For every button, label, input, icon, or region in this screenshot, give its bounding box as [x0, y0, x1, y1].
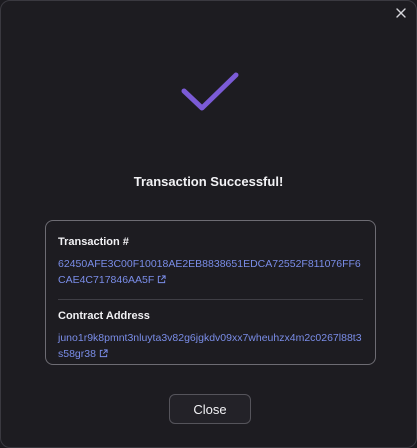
contract-address-label: Contract Address [58, 310, 150, 322]
modal-title: Transaction Successful! [133, 174, 284, 189]
close-icon[interactable] [394, 6, 408, 20]
close-button[interactable]: Close [169, 394, 251, 424]
transaction-label: Transaction # [58, 236, 129, 248]
transaction-details-box: Transaction # 62450AFE3C00F10018AE2EB883… [45, 220, 376, 365]
divider [58, 299, 363, 300]
transaction-hash-link[interactable]: 62450AFE3C00F10018AE2EB8838651EDCA72552F… [58, 256, 363, 288]
external-link-icon[interactable] [157, 275, 166, 284]
transaction-hash-text: 62450AFE3C00F10018AE2EB8838651EDCA72552F… [58, 258, 361, 286]
contract-address-link[interactable]: juno1r9k8pmnt3nluyta3v82g6jgkdv09xx7wheu… [58, 330, 363, 362]
checkmark-icon [181, 72, 239, 111]
external-link-icon[interactable] [99, 349, 108, 358]
transaction-success-modal: Transaction Successful! Transaction # 62… [0, 0, 417, 448]
